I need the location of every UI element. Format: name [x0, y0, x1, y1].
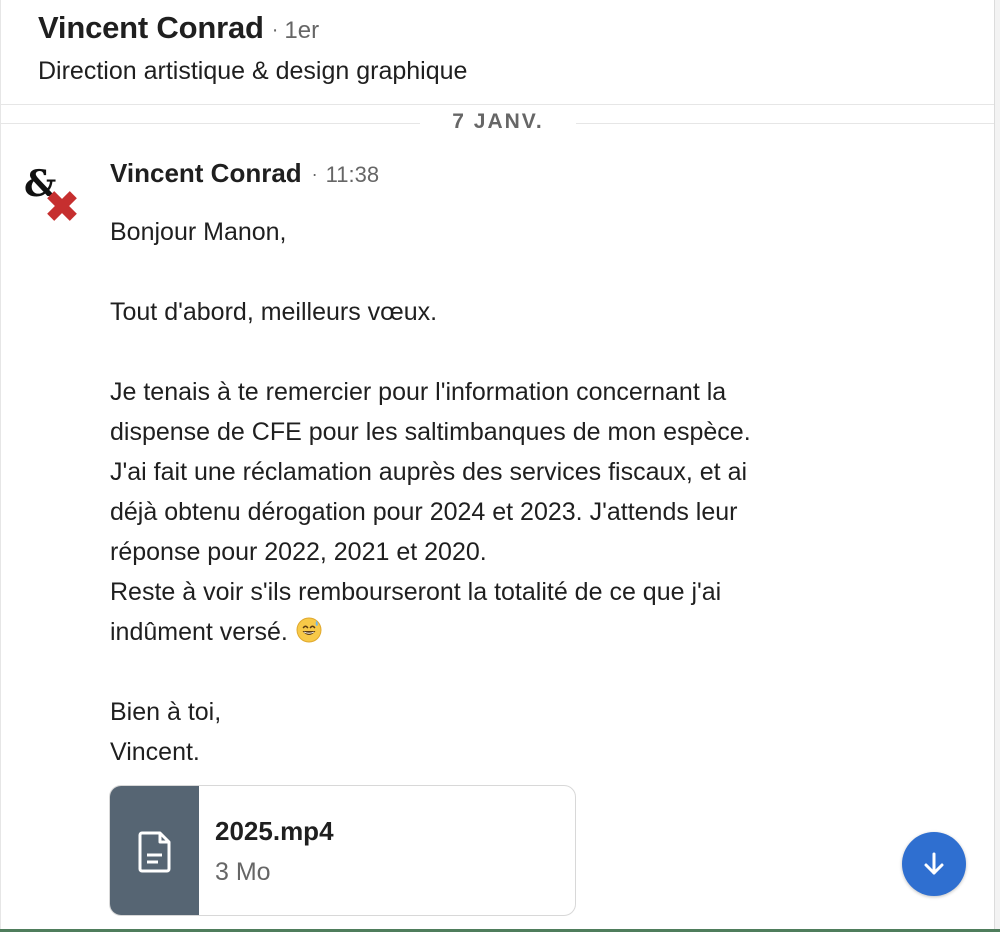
- attachment-thumbnail: [110, 786, 199, 915]
- scroll-to-bottom-button[interactable]: [902, 832, 966, 896]
- contact-name-link[interactable]: Vincent Conrad: [38, 10, 264, 46]
- contact-headline: Direction artistique & design graphique: [38, 57, 468, 85]
- message-meta: Vincent Conrad · 11:38: [110, 158, 379, 189]
- header-name-line: Vincent Conrad · 1er: [38, 10, 319, 46]
- message-line: Bien à toi,: [110, 698, 222, 726]
- conversation-header: Vincent Conrad · 1er Direction artistique…: [0, 0, 994, 105]
- attachment-file-size: 3 Mo: [215, 858, 271, 886]
- conversation-pane: Vincent Conrad · 1er Direction artistique…: [0, 0, 1000, 932]
- message-line: dispense de CFE pour les saltimbanques d…: [110, 418, 751, 446]
- message-timestamp: · 11:38: [312, 162, 379, 188]
- document-icon: [138, 831, 170, 872]
- separator-dot: ·: [311, 164, 318, 184]
- scrollbar-track[interactable]: [994, 0, 1000, 932]
- connection-degree: · 1er: [272, 17, 319, 45]
- date-divider: 7 JANV.: [0, 108, 994, 138]
- arrow-down-icon: [924, 852, 944, 875]
- message-line-with-emoji: indûment versé.: [110, 612, 870, 652]
- sender-avatar[interactable]: &: [22, 162, 86, 226]
- message-sender-link[interactable]: Vincent Conrad: [110, 158, 302, 189]
- message-line: Je tenais à te remercier pour l'informat…: [110, 378, 727, 406]
- message-line: indûment versé.: [110, 618, 288, 646]
- message-line: Reste à voir s'ils rembourseront la tota…: [110, 578, 722, 606]
- message-body: Bonjour Manon, Tout d'abord, meilleurs v…: [110, 212, 870, 772]
- attachment-file-name: 2025.mp4: [215, 816, 334, 846]
- message-line: Tout d'abord, meilleurs vœux.: [110, 298, 438, 326]
- ampersand-cross-logo-icon: &: [24, 163, 77, 221]
- message-line: réponse pour 2022, 2021 et 2020.: [110, 538, 487, 566]
- message-line: Bonjour Manon,: [110, 218, 287, 246]
- divider-line-left: [0, 123, 420, 124]
- left-border: [0, 0, 1, 932]
- message-line: déjà obtenu dérogation pour 2024 et 2023…: [110, 498, 738, 526]
- grinning-sweat-emoji-icon: [296, 615, 322, 643]
- file-attachment-card[interactable]: 2025.mp4 3 Mo: [109, 785, 576, 916]
- separator-dot: ·: [271, 19, 279, 41]
- divider-line-right: [576, 123, 994, 124]
- message-time: 11:38: [325, 162, 380, 187]
- date-label: 7 JANV.: [452, 110, 544, 133]
- connection-degree-label: 1er: [284, 17, 320, 44]
- message-line: Vincent.: [110, 738, 200, 766]
- message-line: J'ai fait une réclamation auprès des ser…: [110, 458, 748, 486]
